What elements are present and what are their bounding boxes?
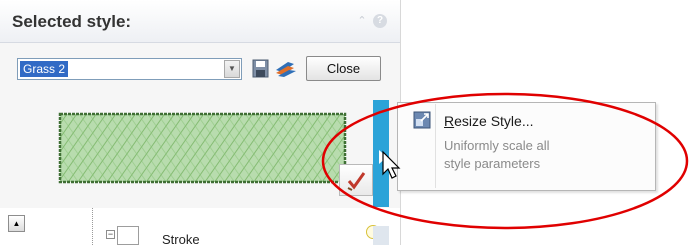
tree-expander-icon[interactable]: − [106, 230, 115, 239]
tree-connector [92, 208, 93, 245]
save-icon[interactable] [252, 59, 269, 78]
chevron-up-icon[interactable]: ⌃ [355, 14, 369, 28]
style-dropdown[interactable]: Grass 2 ▼ [17, 58, 242, 80]
chevron-down-icon[interactable]: ▼ [224, 60, 240, 78]
style-dropdown-value: Grass 2 [20, 61, 69, 77]
panel-title: Selected style: [12, 12, 132, 31]
grass-style-preview [58, 112, 347, 184]
panel-header: Selected style: ⌃ ? [0, 0, 400, 43]
brush-icon[interactable] [274, 58, 298, 78]
close-button[interactable]: Close [306, 56, 381, 81]
stroke-thumbnail [117, 226, 139, 245]
help-icon[interactable]: ? [373, 14, 387, 28]
red-highlight-ellipse [321, 92, 689, 230]
scroll-up-button[interactable]: ▲ [8, 215, 25, 232]
